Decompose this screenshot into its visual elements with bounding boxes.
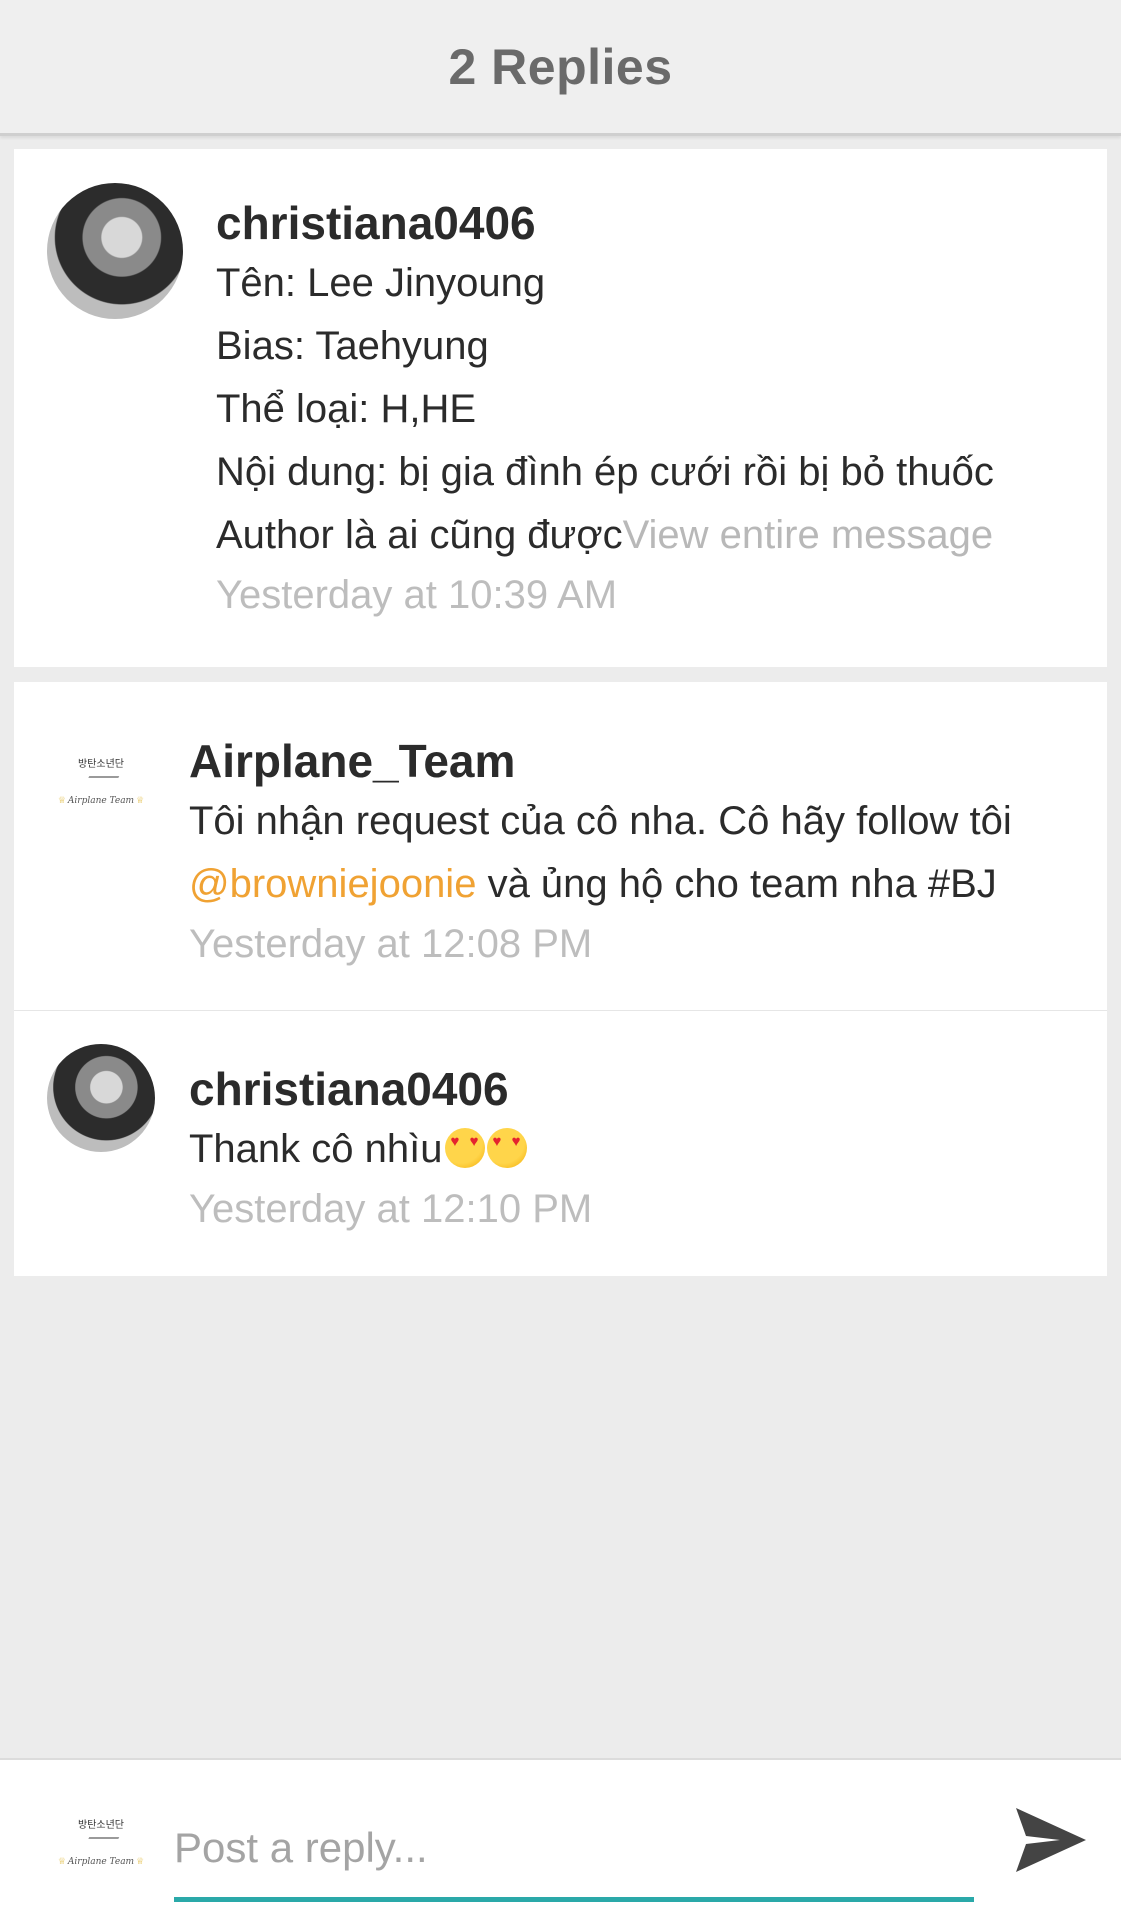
post-username[interactable]: christiana0406 — [216, 194, 994, 252]
original-post-card[interactable]: christiana0406 Tên: Lee Jinyoung Bias: T… — [14, 149, 1107, 667]
post-line-text: Author là ai cũng được — [216, 513, 623, 557]
team-avatar-korean-text: 방탄소년단 — [78, 1819, 124, 1831]
header-bar: 2 Replies — [0, 0, 1121, 136]
reply-timestamp: Yesterday at 12:08 PM — [189, 922, 593, 966]
post-line: Tên: Lee Jinyoung — [216, 261, 546, 305]
reply-input-underline — [174, 1897, 974, 1902]
post-timestamp: Yesterday at 10:39 AM — [216, 573, 618, 617]
reply-text-line: Tôi nhận request của cô nha. Cô hãy foll… — [189, 799, 1012, 843]
paper-plane-icon — [82, 775, 120, 790]
post-line-last: Author là ai cũng đượcView entire messag… — [216, 504, 994, 567]
team-avatar-script-text: Airplane Team — [56, 1857, 146, 1867]
page-title: 2 Replies — [448, 38, 673, 95]
reply-input[interactable] — [174, 1816, 974, 1880]
view-entire-message-link[interactable]: View entire message — [623, 513, 994, 557]
reply-text-line: Thank cô nhìu — [189, 1118, 592, 1181]
post-line: Nội dung: bị gia đình ép cưới rồi bị bỏ … — [216, 450, 994, 494]
mention-link[interactable]: @browniejoonie — [189, 862, 476, 906]
reply-username[interactable]: christiana0406 — [189, 1060, 592, 1118]
reply-username[interactable]: Airplane_Team — [189, 732, 1012, 790]
send-button[interactable] — [1010, 1800, 1090, 1880]
user-avatar[interactable] — [47, 1044, 155, 1152]
team-avatar[interactable]: 방탄소년단 Airplane Team — [47, 726, 155, 834]
team-avatar-script-text: Airplane Team — [56, 796, 146, 806]
reply-text-rest: và ủng hộ cho team nha #BJ — [476, 862, 997, 906]
reply-text: Thank cô nhìu — [189, 1127, 443, 1171]
reply-divider — [14, 1010, 1107, 1011]
post-line: Bias: Taehyung — [216, 324, 489, 368]
composer-avatar: 방탄소년단 Airplane Team — [55, 1795, 147, 1887]
reply-item[interactable]: christiana0406 Thank cô nhìu Yesterday a… — [189, 1060, 592, 1237]
paper-plane-icon — [82, 1836, 120, 1851]
heart-eyes-emoji-icon — [486, 1128, 527, 1168]
reply-timestamp: Yesterday at 12:10 PM — [189, 1187, 593, 1231]
heart-eyes-emoji-icon — [444, 1128, 485, 1168]
reply-text-line: @browniejoonie và ủng hộ cho team nha #B… — [189, 853, 1012, 916]
replies-screen: 2 Replies christiana0406 Tên: Lee Jinyou… — [0, 0, 1121, 1920]
post-line: Thể loại: H,HE — [216, 387, 477, 431]
reply-item[interactable]: Airplane_Team Tôi nhận request của cô nh… — [189, 732, 1012, 972]
original-post-body: christiana0406 Tên: Lee Jinyoung Bias: T… — [216, 194, 994, 623]
send-icon — [1016, 1808, 1086, 1872]
team-avatar-korean-text: 방탄소년단 — [78, 758, 124, 770]
user-avatar[interactable] — [47, 183, 183, 319]
replies-list: 방탄소년단 Airplane Team Airplane_Team Tôi nh… — [14, 682, 1107, 1276]
